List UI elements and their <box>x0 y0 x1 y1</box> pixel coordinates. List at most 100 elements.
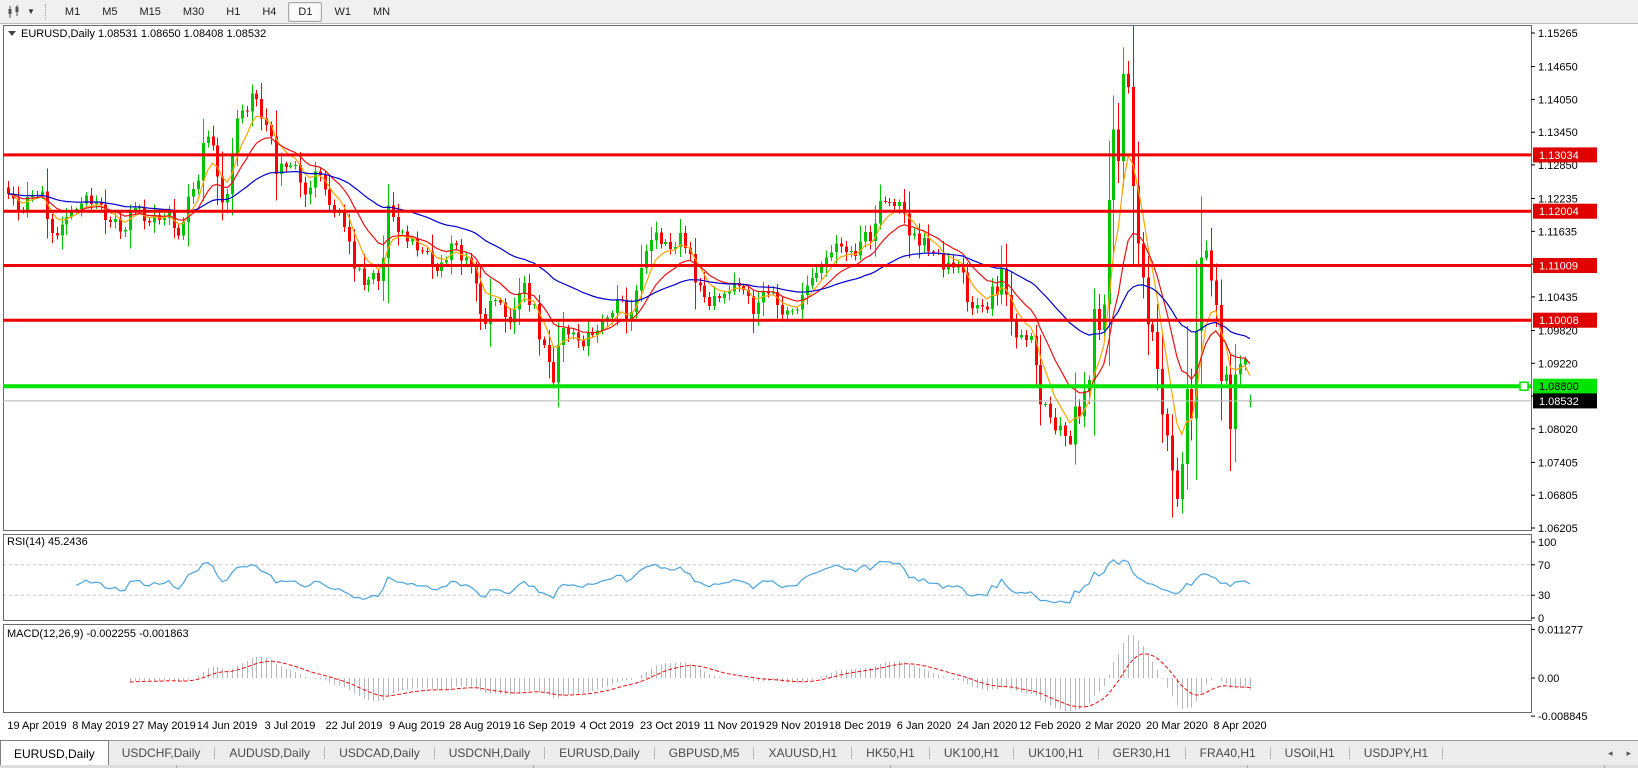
tab-separator <box>324 747 325 759</box>
price-tick-label: 1.11635 <box>1538 226 1577 238</box>
tab-uk100-h1[interactable]: UK100,H1 <box>1015 741 1096 765</box>
price-label-text: 1.10008 <box>1539 315 1579 327</box>
date-label: 19 Apr 2019 <box>7 720 66 732</box>
rsi-tick-label: 70 <box>1538 560 1550 572</box>
timeframe-button-w1[interactable]: W1 <box>324 2 361 22</box>
tab-separator <box>1013 747 1014 759</box>
price-tick-label: 1.15265 <box>1538 28 1578 40</box>
price-tick-label: 1.08020 <box>1538 424 1578 436</box>
price-axis: 1.152651.146501.140501.134501.128501.122… <box>1531 28 1588 723</box>
date-label: 16 Sep 2019 <box>513 720 575 732</box>
rsi-label: RSI(14) 45.2436 <box>7 536 88 548</box>
toolbar-drag-handle[interactable] <box>45 4 46 20</box>
price-chart-svg[interactable]: 1.152651.146501.140501.134501.128501.122… <box>0 24 1638 740</box>
date-label: 9 Aug 2019 <box>389 720 445 732</box>
chart-tabs-bar: EURUSD,DailyUSDCHF,DailyAUDUSD,DailyUSDC… <box>0 740 1638 765</box>
timeframe-button-h1[interactable]: H1 <box>216 2 250 22</box>
date-label: 20 Mar 2020 <box>1146 720 1208 732</box>
top-toolbar: ▼ M1M5M15M30H1H4D1W1MN <box>0 0 1638 24</box>
timeframe-button-m1[interactable]: M1 <box>55 2 90 22</box>
macd-tick-label: 0.00 <box>1538 673 1559 685</box>
timeframe-button-m5[interactable]: M5 <box>92 2 127 22</box>
timeframe-button-mn[interactable]: MN <box>363 2 400 22</box>
date-label: 4 Oct 2019 <box>580 720 634 732</box>
timeframe-button-group: M1M5M15M30H1H4D1W1MN <box>54 2 401 22</box>
tab-usdjpy-h1[interactable]: USDJPY,H1 <box>1351 741 1441 765</box>
chart-title: EURUSD,Daily 1.08531 1.08650 1.08408 1.0… <box>21 28 266 40</box>
tab-usdcnh-daily[interactable]: USDCNH,Daily <box>436 741 543 765</box>
timeframe-button-m15[interactable]: M15 <box>129 2 170 22</box>
panel-frames <box>4 26 1532 713</box>
date-label: 29 Nov 2019 <box>766 720 828 732</box>
tab-separator <box>654 747 655 759</box>
timeframe-button-m30[interactable]: M30 <box>173 2 214 22</box>
date-label: 14 Jun 2019 <box>197 720 258 732</box>
date-axis: 19 Apr 2019 8 May 201927 May 201914 Jun 2… <box>7 720 1266 732</box>
date-label: 8 May 2019 <box>72 720 129 732</box>
price-label-text: 1.13034 <box>1539 150 1579 162</box>
tab-scroll-left-icon[interactable]: ◂ <box>1601 748 1620 759</box>
price-tick-label: 1.13450 <box>1538 127 1578 139</box>
tab-fra40-h1[interactable]: FRA40,H1 <box>1187 741 1269 765</box>
tab-eurusd-daily[interactable]: EURUSD,Daily <box>0 740 109 765</box>
date-label: 8 Apr 2020 <box>1213 720 1266 732</box>
price-tick-label: 1.14050 <box>1538 94 1578 106</box>
green-line-handle <box>1520 382 1528 390</box>
date-label: 11 Nov 2019 <box>703 720 765 732</box>
candlestick-chart-icon <box>6 4 24 20</box>
date-label: 27 May 2019 <box>132 720 196 732</box>
tab-separator <box>1442 747 1443 759</box>
chart-tabs: EURUSD,DailyUSDCHF,DailyAUDUSD,DailyUSDC… <box>0 741 1444 765</box>
tab-ger30-h1[interactable]: GER30,H1 <box>1100 741 1184 765</box>
date-label: 28 Aug 2019 <box>449 720 511 732</box>
chevron-down-icon[interactable]: ▼ <box>27 7 35 16</box>
price-tick-label: 1.07405 <box>1538 457 1578 469</box>
tab-uk100-h1[interactable]: UK100,H1 <box>931 741 1012 765</box>
timeframe-button-d1[interactable]: D1 <box>288 2 322 22</box>
price-tick-label: 1.10435 <box>1538 292 1578 304</box>
tab-eurusd-daily[interactable]: EURUSD,Daily <box>546 741 653 765</box>
tab-separator <box>544 747 545 759</box>
tab-separator <box>1349 747 1350 759</box>
date-label: 2 Mar 2020 <box>1085 720 1141 732</box>
price-label-text: 1.11009 <box>1539 261 1578 273</box>
price-tick-label: 1.06805 <box>1538 490 1578 502</box>
date-label: 24 Jan 2020 <box>957 720 1018 732</box>
chart-style-tool[interactable]: ▼ <box>0 4 41 20</box>
date-label: 6 Jan 2020 <box>897 720 951 732</box>
tab-xauusd-h1[interactable]: XAUUSD,H1 <box>755 741 850 765</box>
tab-gbpusd-m5[interactable]: GBPUSD,M5 <box>656 741 753 765</box>
tab-usdcad-daily[interactable]: USDCAD,Daily <box>326 741 433 765</box>
tab-hk50-h1[interactable]: HK50,H1 <box>853 741 928 765</box>
rsi-tick-label: 30 <box>1538 590 1550 602</box>
date-label: 3 Jul 2019 <box>265 720 316 732</box>
date-label: 18 Dec 2019 <box>829 720 891 732</box>
macd-tick-label: 0.011277 <box>1538 624 1583 636</box>
macd-label: MACD(12,26,9) -0.002255 -0.001863 <box>7 628 189 640</box>
price-tick-label: 1.09220 <box>1538 358 1578 370</box>
macd-tick-label: -0.008845 <box>1538 711 1588 723</box>
date-label: 23 Oct 2019 <box>640 720 700 732</box>
tab-audusd-daily[interactable]: AUDUSD,Daily <box>216 741 323 765</box>
price-label-text: 1.08532 <box>1539 396 1579 408</box>
date-label: 22 Jul 2019 <box>326 720 383 732</box>
tab-separator <box>214 747 215 759</box>
rsi-tick-label: 100 <box>1538 537 1556 549</box>
tab-usoil-h1[interactable]: USOil,H1 <box>1272 741 1348 765</box>
price-label-text: 1.08800 <box>1539 381 1579 393</box>
tab-separator <box>1270 747 1271 759</box>
date-label: 12 Feb 2020 <box>1019 720 1081 732</box>
price-tick-label: 1.14650 <box>1538 62 1578 74</box>
tab-scroll-right-icon[interactable]: ▸ <box>1619 748 1638 759</box>
tab-separator <box>753 747 754 759</box>
rsi-tick-label: 0 <box>1538 613 1544 625</box>
tab-separator <box>1185 747 1186 759</box>
tab-separator <box>1098 747 1099 759</box>
tab-separator <box>851 747 852 759</box>
timeframe-button-h4[interactable]: H4 <box>252 2 286 22</box>
tab-scroll-arrows: ◂ ▸ <box>1601 741 1638 765</box>
tab-usdchf-daily[interactable]: USDCHF,Daily <box>109 741 214 765</box>
price-label-text: 1.12004 <box>1539 206 1579 218</box>
tab-separator <box>929 747 930 759</box>
tab-separator <box>434 747 435 759</box>
